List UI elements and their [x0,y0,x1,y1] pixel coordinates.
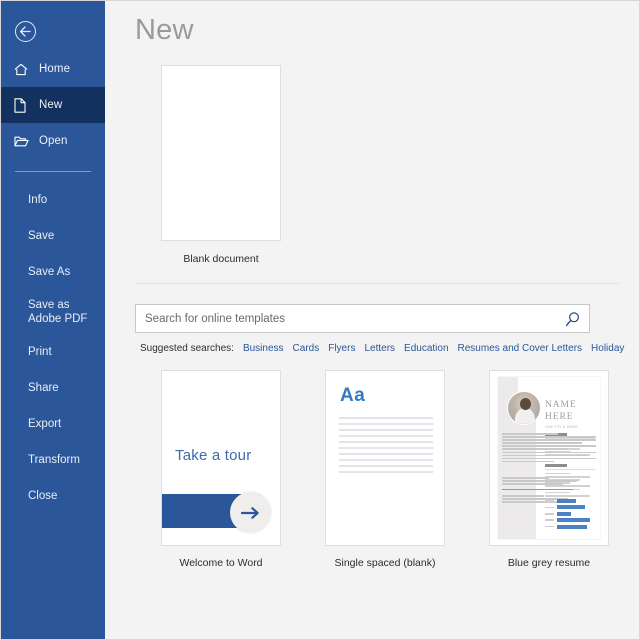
template-blue-grey-resume[interactable]: NAME HERE JOB TITLE HERE Blue grey resum… [489,370,609,569]
sidebar-item-info[interactable]: Info [1,182,105,218]
template-gallery: Take a tour Welcome to Word Aa Single sp… [161,370,639,569]
template-caption: Welcome to Word [179,557,263,569]
sidebar-item-save[interactable]: Save [1,218,105,254]
back-button[interactable] [9,15,41,47]
resume-name-line2: HERE [545,412,574,422]
template-thumbnail[interactable]: Aa [325,370,445,546]
template-welcome-to-word[interactable]: Take a tour Welcome to Word [161,370,281,569]
search-input[interactable] [145,312,555,325]
suggested-searches: Suggested searches: Business Cards Flyer… [140,343,639,354]
arrow-right-icon[interactable] [230,492,271,533]
take-a-tour-text: Take a tour [175,447,252,464]
template-thumbnail[interactable]: Take a tour [161,370,281,546]
suggested-search-holiday[interactable]: Holiday [591,343,624,354]
sidebar-item-home[interactable]: Home [1,51,105,87]
aa-sample-text: Aa [340,385,366,406]
sidebar-primary-nav: Home New Open [1,51,105,159]
home-icon [14,63,31,76]
template-thumbnail[interactable]: NAME HERE JOB TITLE HERE [489,370,609,546]
sidebar-item-new[interactable]: New [1,87,105,123]
suggested-search-education[interactable]: Education [404,343,448,354]
avatar [507,391,541,425]
text-lines-placeholder [339,417,433,477]
main-content: New Blank document Suggested searches: [105,1,639,639]
sidebar-secondary-nav: Info Save Save As Save as Adobe PDF Prin… [1,182,105,514]
new-document-icon [14,97,31,113]
word-backstage-new-screen: Home New Open Info Save Save As Save as … [0,0,640,640]
open-folder-icon [14,135,31,148]
template-search-section: Suggested searches: Business Cards Flyer… [135,304,639,354]
template-caption: Blue grey resume [507,557,591,569]
blank-document-thumbnail[interactable] [161,65,281,241]
sidebar-item-print[interactable]: Print [1,334,105,370]
resume-name-line1: NAME [545,400,577,410]
search-box[interactable] [135,304,590,333]
template-single-spaced-blank[interactable]: Aa Single spaced (blank) [325,370,445,569]
suggested-search-business[interactable]: Business [243,343,284,354]
sidebar-item-label: Home [39,63,71,75]
backstage-sidebar: Home New Open Info Save Save As Save as … [1,1,105,639]
resume-skill-bars [545,499,594,531]
page-title: New [135,14,194,46]
sidebar-item-label: New [39,99,63,111]
blank-document-tile[interactable]: Blank document [161,65,281,265]
sidebar-divider [15,171,91,172]
suggested-search-flyers[interactable]: Flyers [328,343,355,354]
resume-side-text [502,433,596,464]
blank-document-caption: Blank document [183,253,259,265]
back-arrow-icon [14,20,36,42]
template-caption: Single spaced (blank) [334,557,436,569]
suggested-search-cards[interactable]: Cards [293,343,320,354]
sidebar-item-save-as-adobe-pdf[interactable]: Save as Adobe PDF [1,290,105,334]
sidebar-item-transform[interactable]: Transform [1,442,105,478]
sidebar-item-share[interactable]: Share [1,370,105,406]
sidebar-item-save-as[interactable]: Save As [1,254,105,290]
sidebar-item-export[interactable]: Export [1,406,105,442]
blank-document-section: Blank document [131,65,639,265]
suggested-searches-label: Suggested searches: [140,343,234,354]
sidebar-item-open[interactable]: Open [1,123,105,159]
section-divider [135,283,619,284]
sidebar-item-label: Open [39,135,68,147]
suggested-search-resumes-and-cover-letters[interactable]: Resumes and Cover Letters [458,343,583,354]
search-icon[interactable] [562,309,582,329]
resume-preview: NAME HERE JOB TITLE HERE [498,377,600,539]
suggested-search-letters[interactable]: Letters [364,343,395,354]
resume-name: NAME HERE [545,399,577,423]
resume-subtitle: JOB TITLE HERE [545,425,578,429]
sidebar-item-close[interactable]: Close [1,478,105,514]
